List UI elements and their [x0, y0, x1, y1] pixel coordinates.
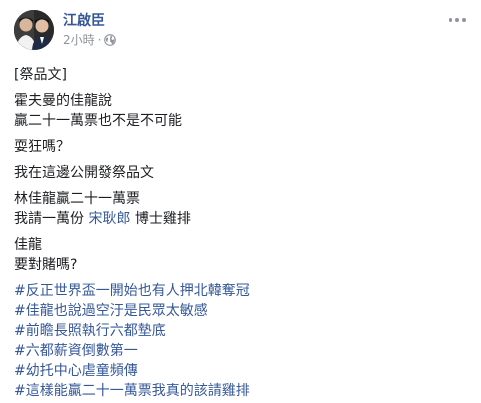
- more-dot-3: [461, 18, 466, 22]
- hashtag-link[interactable]: #幼托中心虐童頻傳: [14, 361, 469, 381]
- hashtag-link[interactable]: #六都薪資倒數第一: [14, 341, 469, 361]
- body-line: 我在這邊公開發祭品文: [14, 165, 154, 181]
- author-name[interactable]: 江啟臣: [63, 13, 116, 30]
- mention-link[interactable]: 宋耿郎: [88, 211, 130, 227]
- body-line: 贏二十一萬票也不是不可能: [14, 113, 182, 129]
- body-line: 要對賭嗎?: [14, 257, 78, 273]
- more-dot-2: [455, 18, 459, 22]
- hashtag-link[interactable]: #前瞻長照執行六都墊底: [14, 321, 469, 341]
- hashtag-link[interactable]: #這樣能贏二十一萬票我真的該請雞排: [14, 381, 469, 401]
- post-header: 江啟臣 2小時 ·: [14, 10, 117, 50]
- hashtag-link[interactable]: #反正世界盃一開始也有人押北韓奪冠: [14, 281, 469, 301]
- body-line: 林佳龍贏二十一萬票: [14, 191, 140, 207]
- hashtag-link[interactable]: #佳龍也說過空汙是民眾太敏感: [14, 301, 469, 321]
- hashtag-list: #反正世界盃一開始也有人押北韓奪冠 #佳龍也說過空汙是民眾太敏感 #前瞻長照執行…: [14, 281, 469, 401]
- globe-icon[interactable]: [104, 34, 117, 46]
- body-line: 佳龍: [14, 237, 42, 253]
- meta-separator: ·: [97, 33, 102, 47]
- post-subline: 2小時 ·: [63, 33, 117, 47]
- tag-line: [祭品文]: [14, 67, 67, 83]
- avatar-photo: [14, 10, 54, 50]
- facebook-post: 江啟臣 2小時 · [祭品文] 霍夫曼的佳龍說 贏二十一萬票也不是不可能 耍狂嗎…: [0, 0, 481, 403]
- post-meta: 江啟臣 2小時 ·: [63, 13, 117, 47]
- more-options-button[interactable]: [447, 14, 467, 26]
- body-text: 博士雞排: [130, 211, 191, 227]
- more-options-icon: [448, 18, 453, 22]
- body-text: 我請一萬份: [14, 211, 89, 227]
- body-line-with-mention: 我請一萬份 宋耿郎 博士雞排: [14, 209, 469, 229]
- post-timestamp[interactable]: 2小時: [63, 33, 95, 47]
- body-line: 耍狂嗎？: [14, 139, 70, 155]
- author-avatar[interactable]: [14, 10, 54, 50]
- body-line: 霍夫曼的佳龍說: [14, 93, 112, 109]
- post-body: [祭品文] 霍夫曼的佳龍說 贏二十一萬票也不是不可能 耍狂嗎？ 我在這邊公開發祭…: [14, 65, 469, 401]
